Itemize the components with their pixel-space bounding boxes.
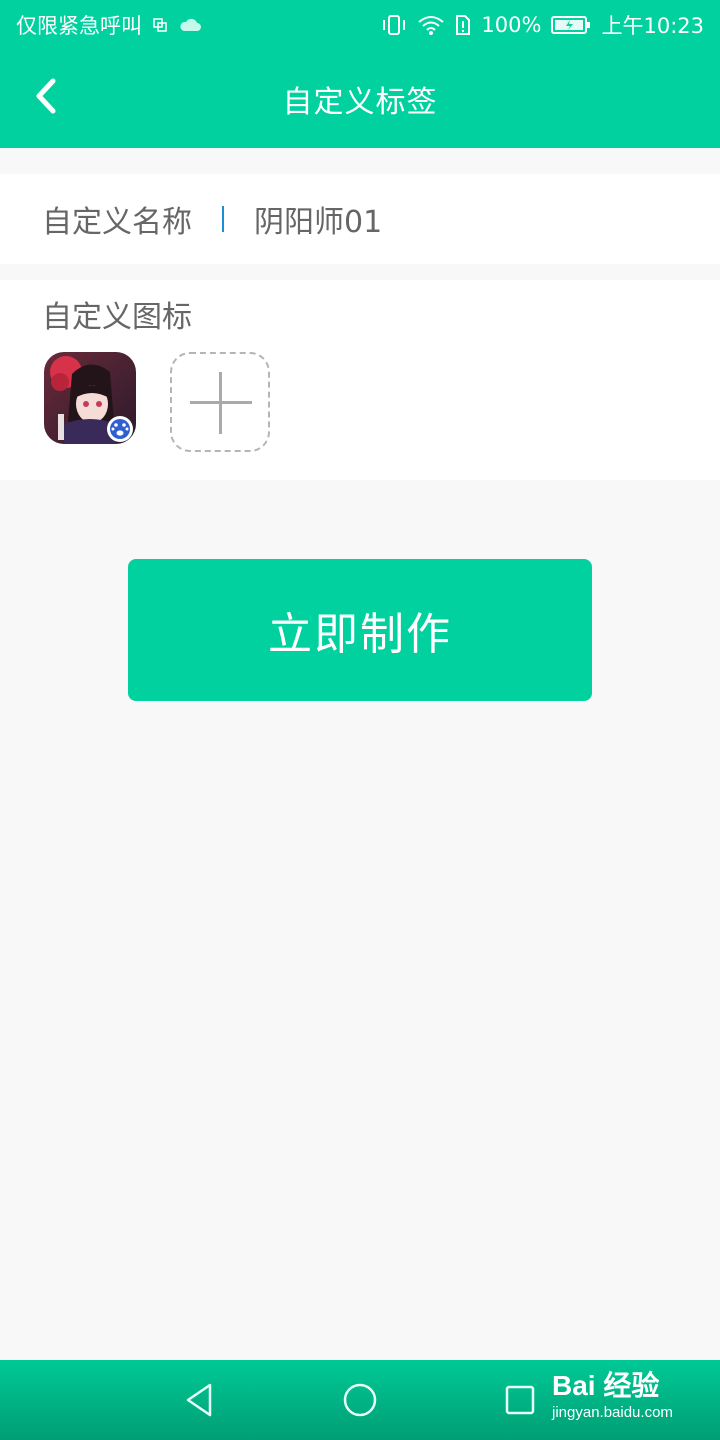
vibrate-icon [381,14,407,36]
status-bar-right: 100% 上午10:23 [381,10,704,40]
back-triangle-icon [180,1383,220,1424]
add-icon-vertical [219,372,222,434]
app-icon-onmyoji[interactable] [44,352,136,444]
add-icon-button[interactable] [170,352,270,452]
status-bar-left: 仅限紧急呼叫 [16,10,202,40]
cloud-icon [178,17,202,33]
carrier-text: 仅限紧急呼叫 [16,14,142,38]
battery-icon [551,15,591,35]
chevron-left-icon [34,78,58,118]
baidu-jingyan-watermark: Bai 经验 jingyan.baidu.com [552,1364,673,1421]
nav-back-button[interactable] [180,1380,220,1420]
battery-percent: 100% [481,13,542,37]
custom-name-input[interactable] [254,201,634,237]
nav-recents-button[interactable] [500,1380,540,1420]
watermark-logo: Bai 经验 [552,1370,660,1401]
home-circle-icon [340,1383,380,1424]
clock: 上午10:23 [601,14,704,38]
page-title: 自定义标签 [282,85,438,120]
recents-square-icon [500,1385,540,1424]
name-divider [222,206,224,232]
make-now-button[interactable]: 立即制作 [128,559,592,701]
custom-icon-label: 自定义图标 [42,300,192,335]
watermark-url: jingyan.baidu.com [552,1404,673,1421]
custom-name-label: 自定义名称 [42,205,192,240]
back-button[interactable] [20,72,72,124]
wifi-icon [417,14,445,36]
custom-icon-section: 自定义图标 [0,280,720,480]
status-bar: 仅限紧急呼叫 100% 上午10:23 [0,0,720,50]
no-sim-icon [455,14,471,36]
nav-home-button[interactable] [340,1380,380,1420]
custom-name-row: 自定义名称 [0,174,720,264]
sim-icon [152,17,168,33]
app-bar: 自定义标签 [0,50,720,148]
